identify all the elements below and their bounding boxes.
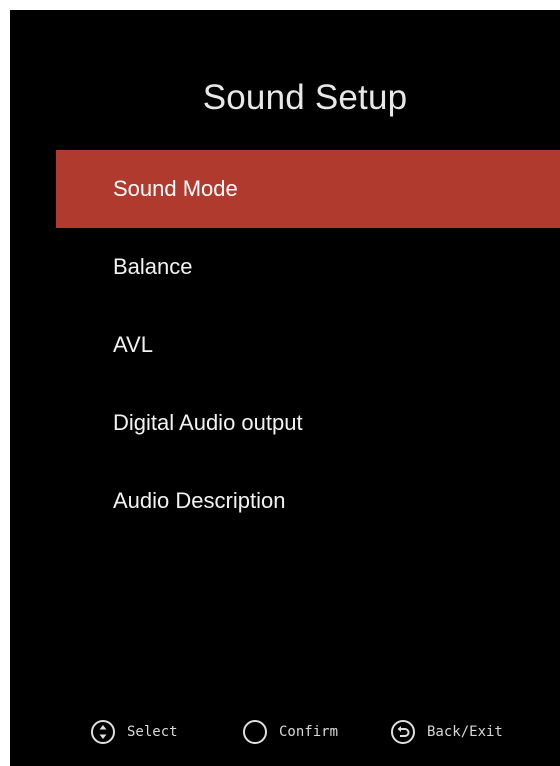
menu-item-sound-mode[interactable]: Sound Mode	[56, 150, 560, 228]
menu-title: Sound Setup	[202, 78, 408, 117]
ok-circle-icon	[243, 720, 267, 744]
back-exit-hint-label: Back/Exit	[427, 724, 503, 740]
confirm-hint[interactable]: Confirm	[242, 716, 338, 748]
menu-item-audio-description[interactable]: Audio Description	[56, 462, 560, 540]
menu-item-digital-audio-output[interactable]: Digital Audio output	[56, 384, 560, 462]
select-hint-label: Select	[127, 724, 178, 740]
menu-item-avl[interactable]: AVL	[56, 306, 560, 384]
back-exit-hint[interactable]: Back/Exit	[390, 716, 503, 748]
up-down-arrow-icon	[91, 720, 115, 744]
sound-setup-menu: Sound Mode Balance AVL Digital Audio out…	[56, 150, 560, 540]
confirm-hint-label: Confirm	[279, 724, 339, 740]
menu-item-balance[interactable]: Balance	[56, 228, 560, 306]
tv-menu-screen: Sound Setup Sound Mode Balance AVL Digit…	[10, 10, 560, 766]
select-hint[interactable]: Select	[90, 716, 178, 748]
button-hints-bar: Select Confirm Back/Exit	[10, 716, 560, 752]
back-arrow-icon	[391, 720, 415, 744]
